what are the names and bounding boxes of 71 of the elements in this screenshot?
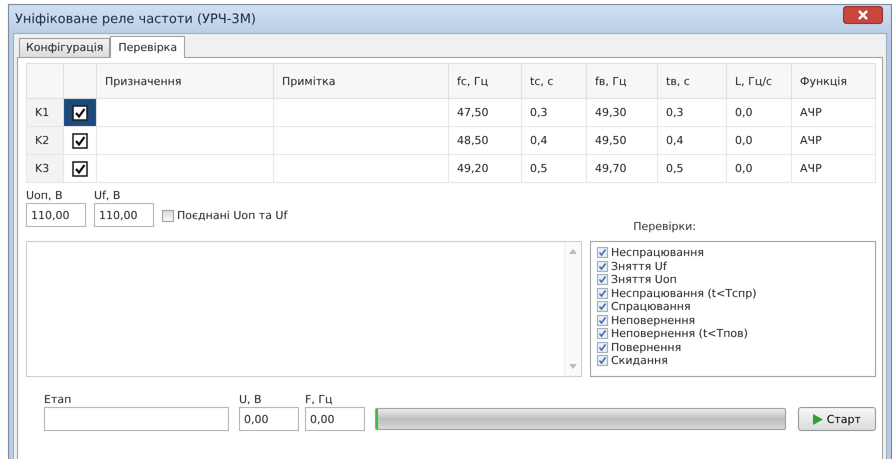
table-cell: 0,3 [522,98,586,126]
tab[interactable]: Перевірка [110,36,186,58]
checklist-item[interactable]: Неспрацювання [597,246,869,260]
input-field[interactable] [44,407,229,431]
checklist-item[interactable]: Зняття Uоп [597,273,869,286]
checkbox[interactable] [597,314,608,326]
checkbox[interactable] [72,104,88,120]
row-header: K1 [26,98,64,126]
checkbox[interactable] [72,160,88,176]
checkbox[interactable] [597,328,608,340]
row-header: K3 [26,154,64,182]
table-row[interactable]: K3 49,20 0,5 49,70 0,5 0,0 АЧР [26,154,876,182]
input-field[interactable]: 0,00 [305,407,365,431]
play-icon [812,414,823,424]
column-header: Призначення [96,64,274,98]
table-row[interactable]: K2 48,50 0,4 49,50 0,4 0,0 АЧР [26,126,876,154]
table-cell: АЧР [792,154,876,182]
checkbox[interactable] [597,288,608,299]
list-title: Перевірки: [633,220,696,233]
input-field[interactable]: 110,00 [26,203,86,227]
field-label: Uоп, В [26,189,64,202]
table-cell: 49,70 [586,154,658,182]
checklist-item[interactable]: Повернення [597,340,869,354]
table-cell: 0,4 [522,126,586,154]
checkbox[interactable] [597,342,608,353]
table-cell: 49,50 [586,126,658,154]
column-header: tc, c [522,64,586,98]
checkbox[interactable] [597,247,608,258]
row-header: K2 [26,126,64,154]
checkbox[interactable] [162,210,174,222]
column-header: tв, c [658,64,726,98]
column-header: fc, Гц [448,64,522,98]
table-cell: АЧР [792,98,876,126]
checkbox[interactable] [597,301,608,312]
start-button[interactable]: Старт [798,407,876,431]
checklist-item[interactable]: Спрацювання [597,300,869,314]
checkbox[interactable] [597,355,608,366]
checklist-item[interactable]: Зняття Uf [597,260,869,273]
table-cell: 49,20 [448,154,522,182]
checkbox[interactable] [597,274,608,286]
table-cell: 0,5 [658,154,726,182]
table-cell: 47,50 [448,98,522,126]
tab[interactable]: Конфігурація [19,38,110,57]
table-row[interactable]: K1 47,50 0,3 49,30 0,3 0,0 АЧР [26,98,876,126]
checkbox[interactable] [597,260,608,272]
column-header: Функція [792,64,876,98]
field-label: Uf, В [94,189,122,202]
checklist-item[interactable]: Неспрацювання (t<Tспр) [597,286,869,300]
table-cell: 0,0 [726,98,792,126]
input-field[interactable]: 110,00 [94,203,154,227]
table-cell: АЧР [792,126,876,154]
field-label: U, В [239,393,263,406]
input-field[interactable]: 0,00 [239,407,299,431]
table-cell: 49,30 [586,98,658,126]
table-cell: 0,4 [658,126,726,154]
close-icon[interactable] [843,6,883,24]
checklist-item[interactable]: Неповернення (t<Tпов) [597,327,869,340]
checklist-item[interactable]: Неповернення [597,314,869,327]
column-header: fв, Гц [586,64,658,98]
window-title: Уніфіковане реле частоти (УРЧ-3М) [15,12,256,26]
field-label: F, Гц [305,393,334,406]
table-cell: 0,3 [658,98,726,126]
table-cell: 0,0 [726,126,792,154]
table-cell: 0,0 [726,154,792,182]
table-cell: 48,50 [448,126,522,154]
field-label: Етап [44,393,72,406]
column-header: Примітка [274,64,448,98]
checklist-item[interactable]: Скидання [597,354,869,368]
column-header: L, Гц/c [726,64,792,98]
table-cell: 0,5 [522,154,586,182]
checkbox[interactable] [72,132,88,148]
